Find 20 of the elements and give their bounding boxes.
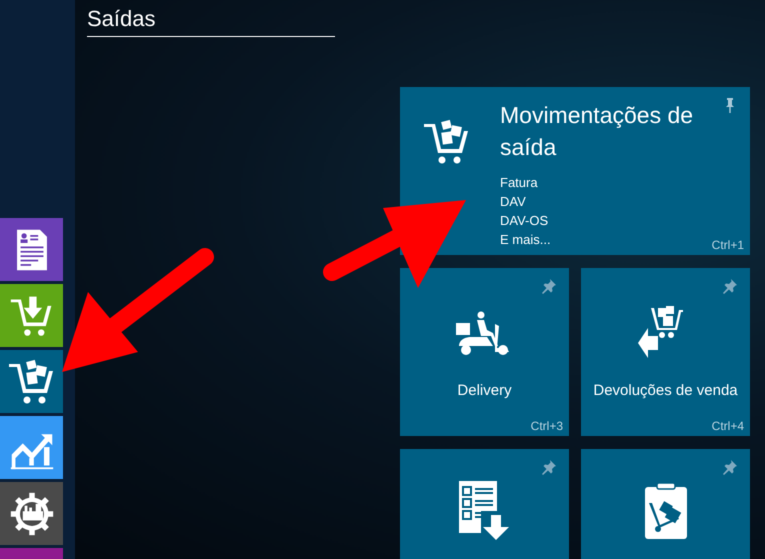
module-tile[interactable] xyxy=(0,350,63,413)
shortcut-label: Ctrl+3 xyxy=(530,419,563,433)
tile-item: DAV-OS xyxy=(500,212,550,230)
tile-item: DAV xyxy=(500,193,527,211)
module-tile[interactable] xyxy=(0,218,63,281)
menu-tile[interactable]: Delivery Ctrl+3 xyxy=(400,268,569,436)
page-title: Saídas xyxy=(87,6,335,37)
shortcut-label: Ctrl+1 xyxy=(712,238,744,252)
tile-title: Devoluções de venda xyxy=(592,382,739,399)
tile-title: Delivery xyxy=(456,382,513,399)
tile-title: Movimentações de saída xyxy=(500,101,694,162)
tile-item: Fatura xyxy=(500,174,539,192)
module-tile[interactable] xyxy=(0,416,63,479)
module-tile[interactable] xyxy=(0,482,63,545)
shortcut-label: Ctrl+4 xyxy=(712,419,744,433)
menu-tile[interactable]: Devoluções de venda Ctrl+4 xyxy=(581,268,750,436)
menu-tile[interactable]: Movimentações de saída Fatura DAV DAV-OS E mais... Ctrl+1 xyxy=(400,87,750,255)
factory-gear-icon xyxy=(8,490,54,536)
clipboard-hand-truck-icon xyxy=(642,481,688,541)
module-tile[interactable] xyxy=(0,284,63,347)
